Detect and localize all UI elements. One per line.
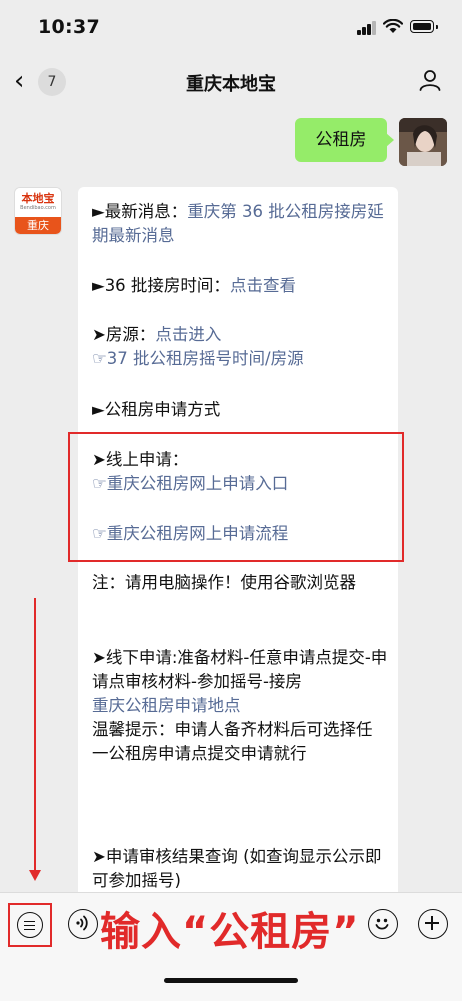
chat-title: 重庆本地宝 (186, 74, 276, 95)
emoji-icon[interactable] (368, 909, 398, 939)
battery-icon (410, 20, 438, 33)
handover-time-label: ►36 批接房时间： (92, 276, 230, 295)
bottom-bar: 输入“公租房” (0, 892, 462, 1001)
online-apply-highlight (68, 432, 404, 562)
signal-icon (357, 20, 377, 35)
latest-news-label: ►最新消息： (92, 202, 188, 221)
offline-apply-para: ➤线下申请:准备材料-任意申请点提交-申请点审核材料-参加摇号-接房 重庆公租房… (92, 646, 388, 766)
bot-logo: 本地宝 (21, 192, 55, 205)
apply-location-link[interactable]: 重庆公租房申请地点 (92, 696, 241, 715)
plus-icon[interactable] (418, 909, 448, 939)
menu-list-icon (17, 912, 43, 938)
apply-method-heading: ►公租房申请方式 (92, 400, 221, 419)
housing-source-label: ➤房源： (92, 325, 156, 344)
offline-apply-tip: 温馨提示：申请人备齐材料后可选择任一公租房申请点提交申请就行 (92, 720, 373, 763)
offline-apply-text: ➤线下申请:准备材料-任意申请点提交-申请点审核材料-参加摇号-接房 (92, 648, 388, 691)
status-bar: 10:37 (0, 0, 462, 56)
nav-bar: ‹ 7 重庆本地宝 (0, 56, 462, 108)
handover-time-para: ►36 批接房时间：点击查看 (92, 274, 388, 298)
voice-input-icon[interactable] (68, 909, 98, 939)
status-time: 10:37 (38, 16, 100, 38)
housing-source-para: ➤房源：点击进入 ☞37 批公租房摇号时间/房源 (92, 323, 388, 371)
home-indicator (164, 978, 298, 983)
menu-toggle-button[interactable] (8, 903, 52, 947)
lottery-37-link[interactable]: ☞37 批公租房摇号时间/房源 (92, 349, 304, 368)
outgoing-message[interactable]: 公租房 (295, 118, 394, 162)
bot-avatar[interactable]: 本地宝 Bendibao.com 重庆 (14, 187, 62, 235)
annotation-arrow-line (34, 598, 36, 873)
annotation-arrow-head (29, 870, 41, 881)
bot-logo-domain: Bendibao.com (20, 205, 56, 211)
handover-time-link[interactable]: 点击查看 (230, 276, 296, 295)
browser-note: 注：请用电脑操作！使用谷歌浏览器 (92, 573, 356, 592)
housing-source-link[interactable]: 点击进入 (155, 325, 221, 344)
latest-news-para: ►最新消息：重庆第 36 批公租房接房延期最新消息 (92, 200, 388, 248)
profile-icon[interactable] (418, 68, 442, 92)
review-result-query: ➤申请审核结果查询 (如查询显示公示即可参加摇号) (92, 847, 382, 890)
user-avatar[interactable] (399, 118, 447, 166)
bot-city-label: 重庆 (15, 217, 61, 234)
wifi-icon (383, 19, 403, 33)
instruction-caption: 输入“公租房” (100, 909, 360, 955)
